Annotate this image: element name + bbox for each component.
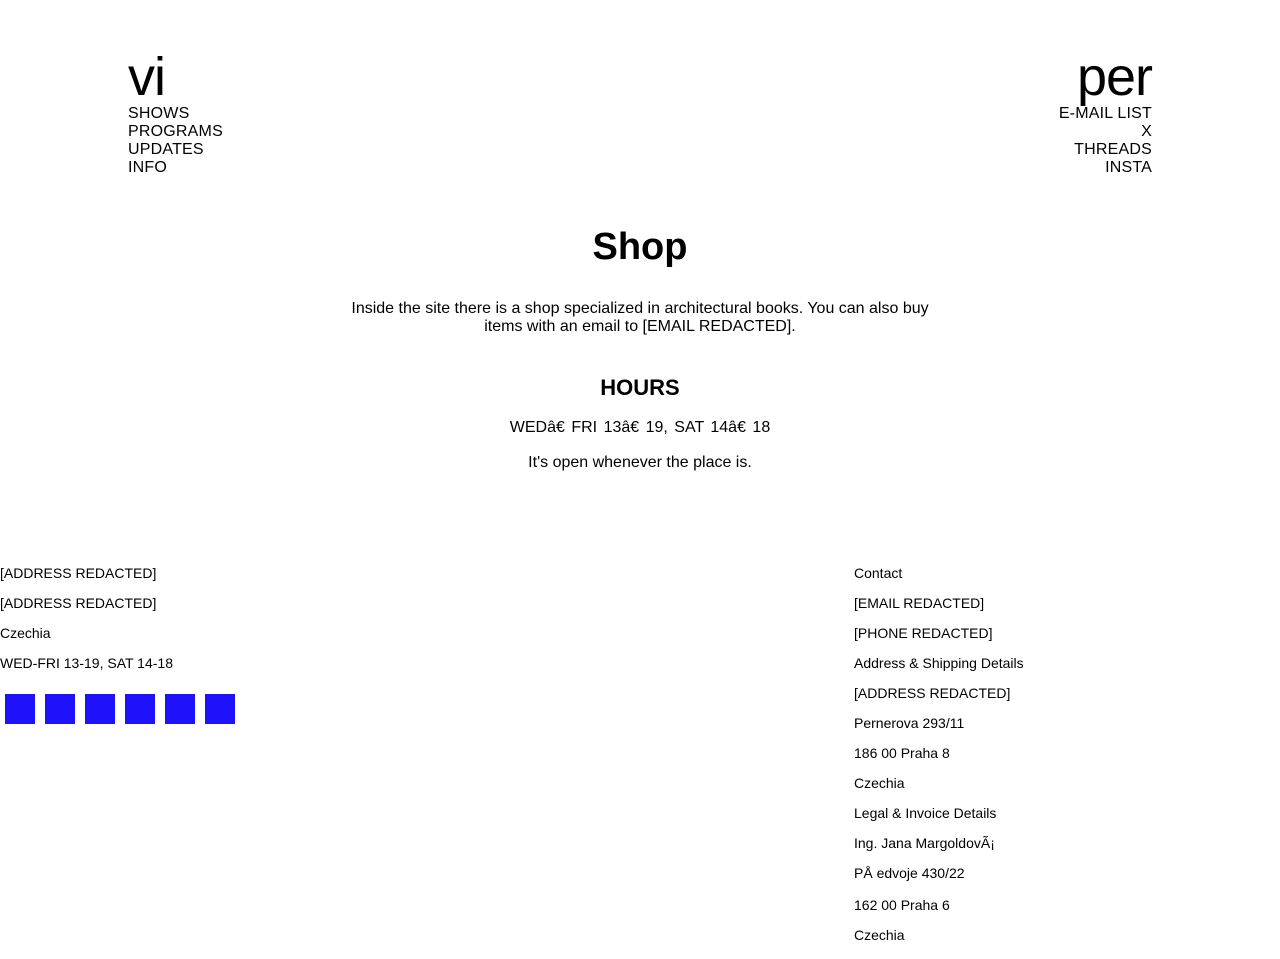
footer-legal-line: PÅ edvoje 430/22 [854, 865, 965, 881]
nav-right: E-MAIL LIST X THREADS INSTA [1059, 105, 1152, 177]
social-icon-5[interactable] [165, 694, 195, 724]
social-icon-1[interactable] [5, 694, 35, 724]
nav-link-shows[interactable]: SHOWS [128, 105, 223, 123]
shop-intro: Inside the site there is a shop speciali… [351, 300, 929, 335]
page-title: Shop [592, 226, 688, 268]
hours-heading: HOURS [600, 375, 680, 400]
footer-legal-line: Ing. Jana MargoldovÃ¡ [854, 835, 995, 851]
nav-link-info[interactable]: INFO [128, 159, 223, 177]
social-icon-4[interactable] [125, 694, 155, 724]
footer-contact-heading: Contact [854, 565, 903, 581]
hours-note: It's open whenever the place is. [528, 454, 752, 471]
footer-email-link[interactable]: [EMAIL REDACTED] [854, 595, 984, 611]
footer-shipping-heading: Address & Shipping Details [854, 655, 1024, 671]
footer-legal-line: Czechia [854, 927, 905, 943]
social-links [0, 694, 235, 724]
logo-right[interactable]: per [1077, 48, 1153, 106]
social-icon-3[interactable] [85, 694, 115, 724]
nav-link-threads[interactable]: THREADS [1059, 141, 1152, 159]
footer-legal-line: 162 00 Praha 6 [854, 897, 950, 913]
footer-address-line: [ADDRESS REDACTED] [0, 595, 157, 611]
social-icon-2[interactable] [45, 694, 75, 724]
footer-legal-heading: Legal & Invoice Details [854, 805, 997, 821]
footer-shipping-line: 186 00 Praha 8 [854, 745, 950, 761]
footer-shipping-line: Pernerova 293/11 [854, 715, 965, 731]
nav-left: SHOWS PROGRAMS UPDATES INFO [128, 105, 223, 177]
hours-text: WEDâ€ FRI 13â€ 19, SAT 14â€ 18 [509, 419, 771, 436]
footer-address-line: [ADDRESS REDACTED] [0, 565, 157, 581]
footer-country: Czechia [0, 625, 51, 641]
footer-phone-link[interactable]: [PHONE REDACTED] [854, 625, 992, 641]
main-content: Shop Inside the site there is a shop spe… [0, 222, 1280, 473]
nav-link-programs[interactable]: PROGRAMS [128, 123, 223, 141]
nav-link-updates[interactable]: UPDATES [128, 141, 223, 159]
footer-contact: Contact [EMAIL REDACTED] [PHONE REDACTED… [854, 563, 1024, 955]
footer-shipping-line: Czechia [854, 775, 905, 791]
social-icon-6[interactable] [205, 694, 235, 724]
logo-left[interactable]: vi [128, 48, 166, 106]
footer-shipping-line: [ADDRESS REDACTED] [854, 685, 1011, 701]
nav-link-email-list[interactable]: E-MAIL LIST [1059, 105, 1152, 123]
footer-hours: WED-FRI 13-19, SAT 14-18 [0, 655, 173, 671]
nav-link-x[interactable]: X [1059, 123, 1152, 141]
footer-address: [ADDRESS REDACTED] [ADDRESS REDACTED] Cz… [0, 563, 235, 724]
nav-link-insta[interactable]: INSTA [1059, 159, 1152, 177]
